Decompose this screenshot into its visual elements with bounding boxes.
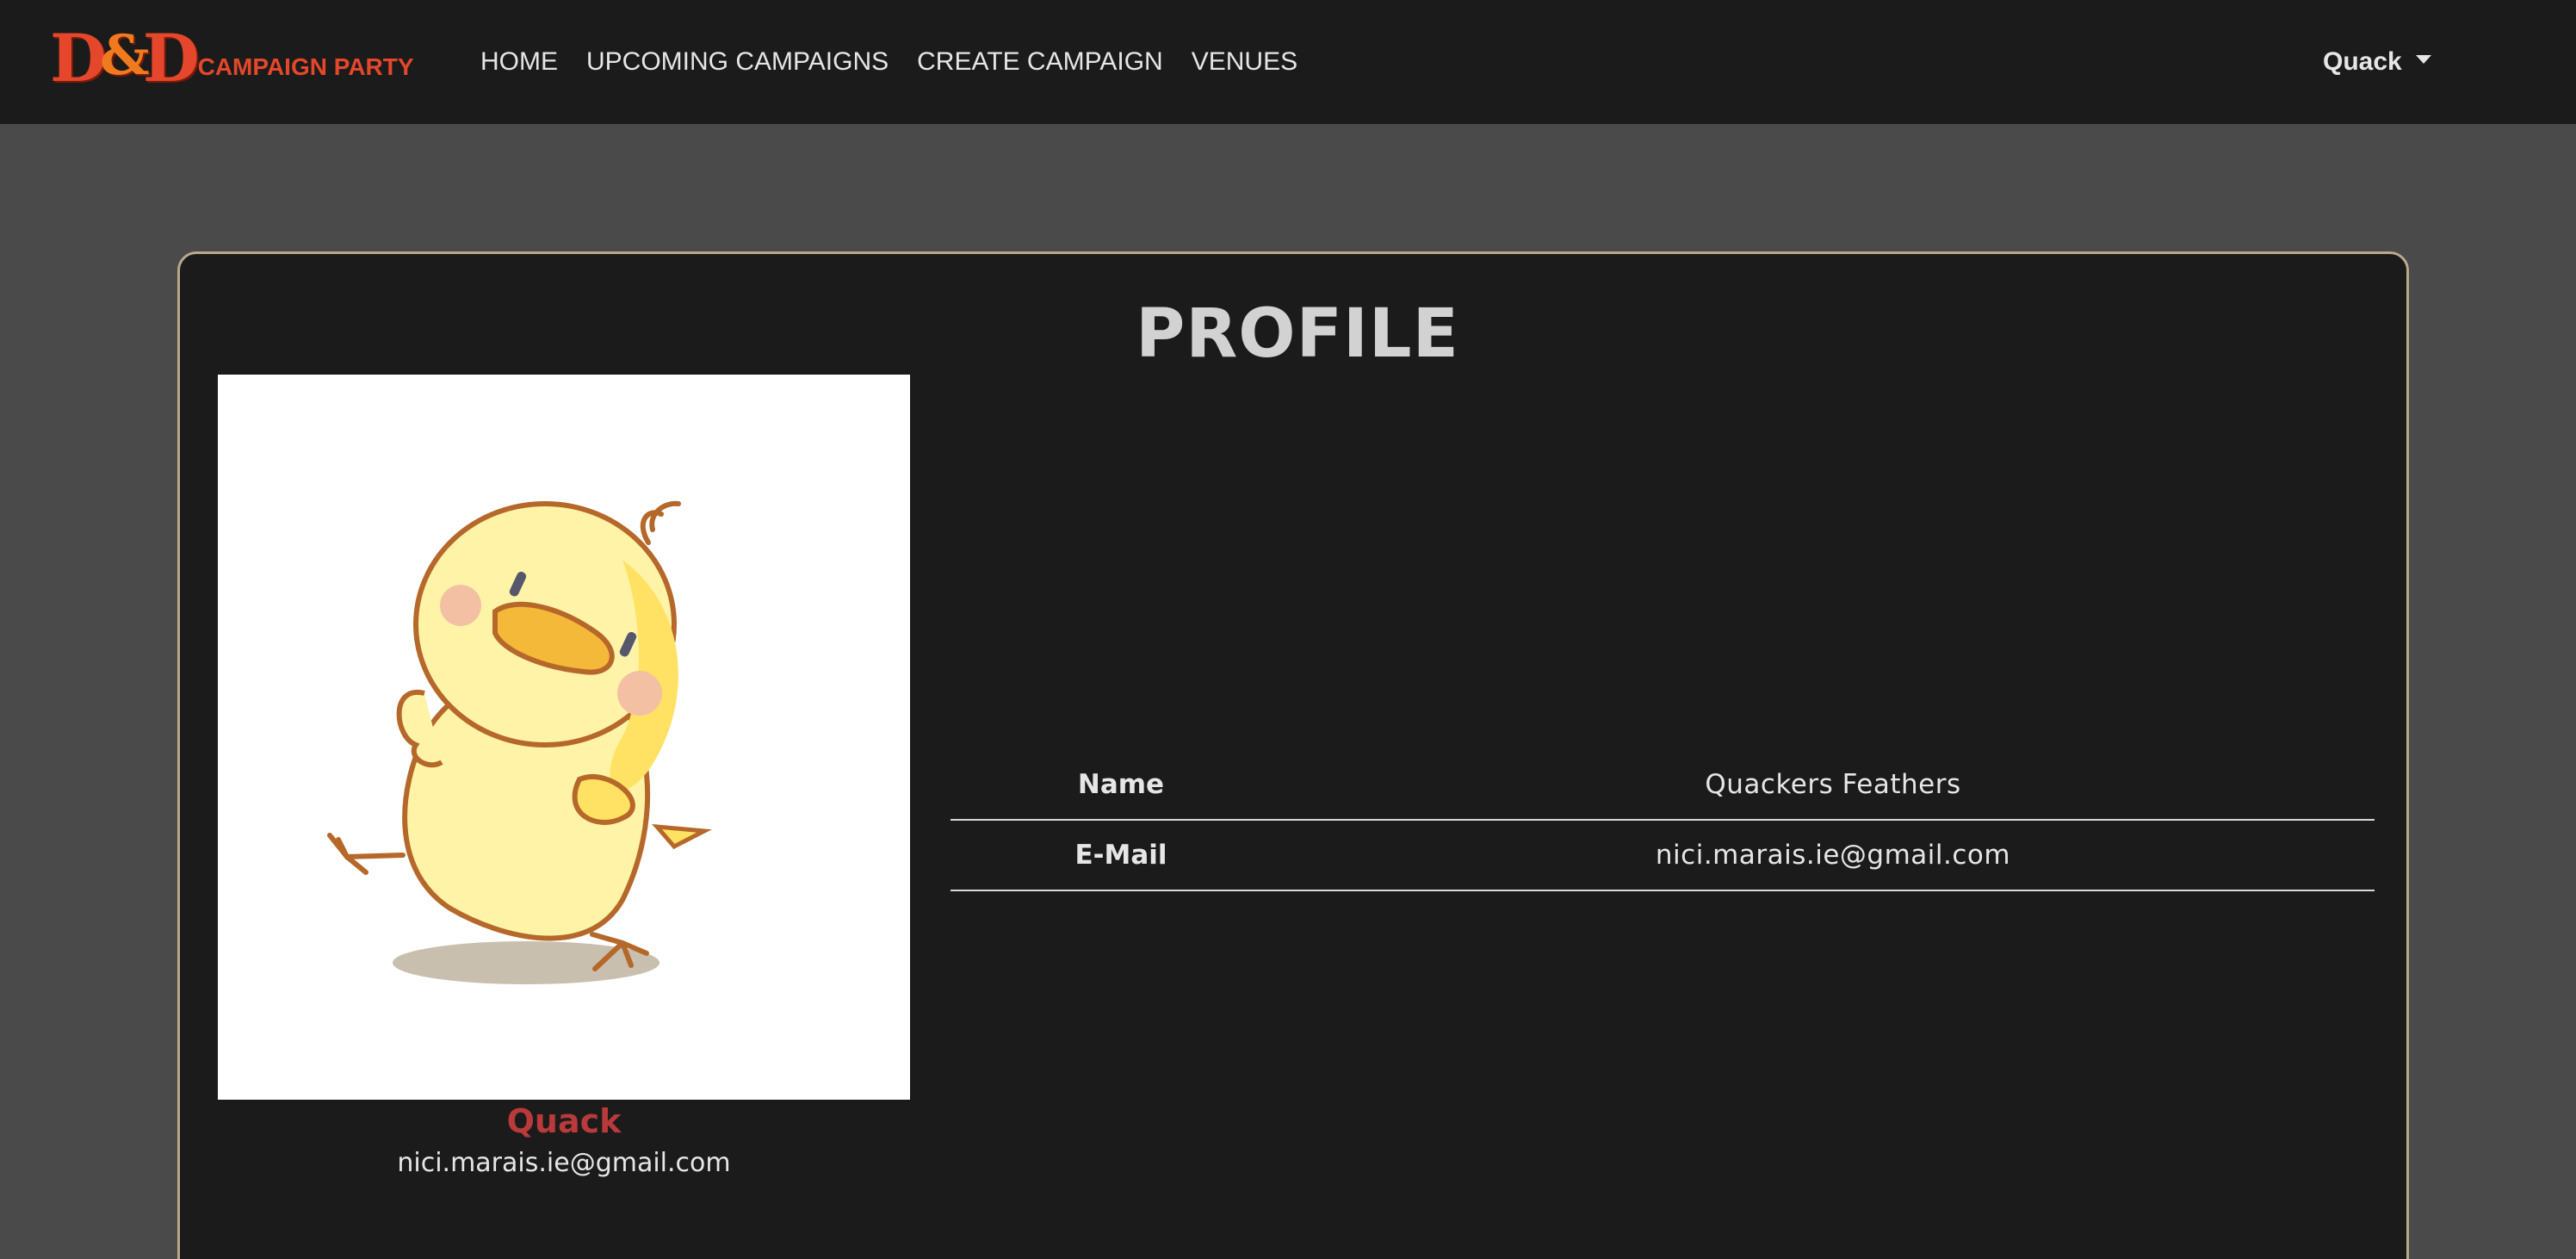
email-value: nici.marais.ie@gmail.com [1291, 820, 2375, 891]
duckling-avatar-image [218, 375, 910, 1100]
email-label: E-Mail [951, 820, 1291, 891]
top-navbar: D&D CAMPAIGN PARTY HOME UPCOMING CAMPAIG… [0, 0, 2576, 124]
nav-home[interactable]: HOME [480, 47, 558, 77]
profile-email: nici.marais.ie@gmail.com [397, 1148, 731, 1178]
profile-details-table: Name Quackers Feathers E-Mail nici.marai… [951, 749, 2375, 891]
table-row: E-Mail nici.marais.ie@gmail.com [951, 820, 2375, 891]
name-label: Name [951, 749, 1291, 821]
brand-text: CAMPAIGN PARTY [197, 53, 414, 80]
user-menu-dropdown[interactable]: Quack [2323, 0, 2431, 124]
page-title: PROFILE [1136, 295, 1459, 373]
nav-create-campaign[interactable]: CREATE CAMPAIGN [917, 47, 1163, 77]
nav-upcoming-campaigns[interactable]: UPCOMING CAMPAIGNS [586, 47, 889, 77]
nav-venues[interactable]: VENUES [1192, 47, 1297, 77]
table-row: Name Quackers Feathers [951, 749, 2375, 821]
brand-logo-link[interactable]: D&D CAMPAIGN PARTY [50, 22, 414, 95]
nav-links: HOME UPCOMING CAMPAIGNS CREATE CAMPAIGN … [480, 0, 1326, 124]
profile-card: PROFILE Quack nici.marais.ie@gmail.com N… [177, 251, 2409, 1259]
caret-down-icon [2415, 55, 2431, 64]
name-value: Quackers Feathers [1291, 749, 2375, 821]
profile-username: Quack [506, 1102, 622, 1140]
dnd-logo: D&D [50, 20, 200, 96]
user-menu-label: Quack [2323, 47, 2402, 76]
